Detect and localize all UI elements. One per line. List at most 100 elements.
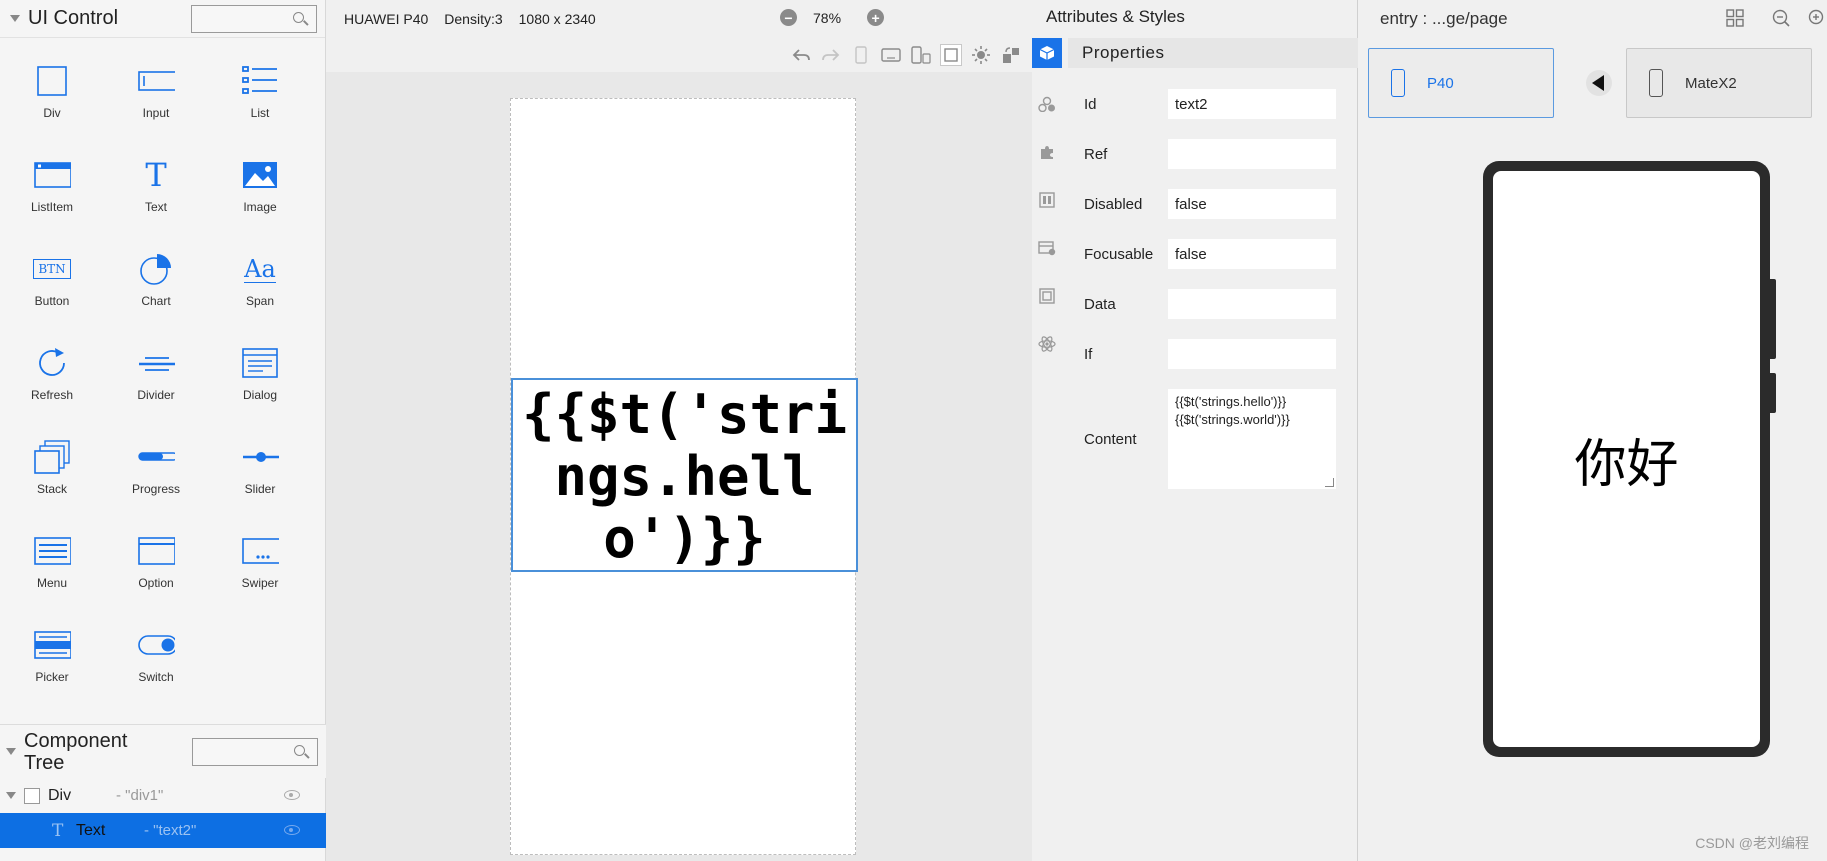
component-picker[interactable]: Picker	[0, 614, 104, 708]
component-button[interactable]: BTN Button	[0, 238, 104, 332]
refresh-icon	[33, 344, 71, 382]
component-divider[interactable]: Divider	[104, 332, 208, 426]
prop-row-content: Content {{$t('strings.hello')}} {{$t('st…	[1084, 389, 1346, 489]
zoom-in-icon[interactable]	[1808, 9, 1826, 27]
component-label: Progress	[131, 482, 181, 496]
list-icon	[241, 62, 279, 100]
component-div[interactable]: Div	[0, 50, 104, 144]
preview-header: entry : ...ge/page	[1358, 0, 1827, 38]
settings-card-icon[interactable]	[1032, 224, 1062, 272]
tablet-icon[interactable]	[880, 44, 902, 66]
component-tree-header: Component Tree	[0, 724, 326, 778]
phone-preview: 你好	[1483, 161, 1776, 757]
border-box-icon[interactable]	[1032, 272, 1062, 320]
component-option[interactable]: Option	[104, 520, 208, 614]
component-slider[interactable]: Slider	[208, 426, 312, 520]
selected-text-component[interactable]: {{$t('strings.hello')}}	[511, 378, 858, 572]
component-dialog[interactable]: Dialog	[208, 332, 312, 426]
atom-icon[interactable]	[1032, 320, 1062, 368]
ui-control-header: UI Control	[0, 0, 325, 38]
focusable-field[interactable]	[1168, 239, 1336, 269]
ui-control-search-input[interactable]	[191, 4, 317, 33]
divider-icon	[137, 344, 175, 382]
component-stack[interactable]: Stack	[0, 426, 104, 520]
component-tree-search-input[interactable]	[192, 737, 318, 766]
phone-icon	[1649, 69, 1663, 97]
device-card-matex2[interactable]: MateX2	[1626, 48, 1812, 118]
component-text[interactable]: T Text	[104, 144, 208, 238]
zoom-out-button[interactable]: −	[780, 9, 797, 26]
component-span[interactable]: Aa Span	[208, 238, 312, 332]
prop-label: Focusable	[1084, 245, 1154, 263]
disabled-field[interactable]	[1168, 189, 1336, 219]
collapse-triangle-icon[interactable]	[6, 748, 16, 755]
component-listitem[interactable]: ListItem	[0, 144, 104, 238]
prop-row-ref: Ref	[1084, 139, 1346, 169]
layout-switch-icon[interactable]	[1000, 44, 1022, 66]
component-tree: Component Tree Div - "div1" T Text - "te…	[0, 724, 326, 848]
prop-row-id: Id	[1084, 89, 1346, 119]
collapse-triangle-icon[interactable]	[10, 15, 20, 22]
device-card-label: MateX2	[1685, 74, 1737, 92]
text-node-icon: T	[52, 820, 64, 841]
redo-icon[interactable]	[820, 44, 842, 66]
content-textarea[interactable]: {{$t('strings.hello')}} {{$t('strings.wo…	[1168, 389, 1336, 489]
zoom-in-button[interactable]: +	[867, 9, 885, 26]
expand-triangle-icon[interactable]	[6, 792, 16, 799]
dialog-icon	[241, 344, 279, 382]
prop-label: Data	[1084, 295, 1116, 313]
visibility-eye-icon[interactable]	[284, 825, 300, 835]
id-field[interactable]	[1168, 89, 1336, 119]
component-label: Stack	[36, 482, 67, 496]
layout-columns-icon[interactable]	[1032, 176, 1062, 224]
device-card-p40[interactable]: P40	[1368, 48, 1554, 118]
attributes-side-tabs	[1032, 38, 1062, 368]
ref-field[interactable]	[1168, 139, 1336, 169]
tree-row-text[interactable]: T Text - "text2"	[0, 813, 326, 848]
properties-cube-icon[interactable]	[1032, 38, 1062, 68]
div-checkbox-icon[interactable]	[24, 787, 40, 804]
component-input[interactable]: Input	[104, 50, 208, 144]
prop-row-data: Data	[1084, 289, 1346, 319]
events-puzzle-icon[interactable]	[1032, 128, 1062, 176]
undo-icon[interactable]	[790, 44, 812, 66]
component-label: Text	[144, 200, 167, 214]
prop-row-if: If	[1084, 339, 1346, 369]
component-progress[interactable]: Progress	[104, 426, 208, 520]
component-refresh[interactable]: Refresh	[0, 332, 104, 426]
prev-device-arrow-icon[interactable]	[1586, 70, 1612, 96]
brightness-icon[interactable]	[970, 44, 992, 66]
tree-node-alias: - "div1"	[116, 787, 164, 804]
styles-circles-icon[interactable]	[1032, 80, 1062, 128]
component-image[interactable]: Image	[208, 144, 312, 238]
zoom-out-icon[interactable]	[1772, 9, 1790, 27]
portrait-phone-icon[interactable]	[850, 44, 872, 66]
device-info-bar: HUAWEI P40 Density:3 1080 x 2340 − 78% +	[326, 0, 1032, 38]
component-switch[interactable]: Switch	[104, 614, 208, 708]
tree-title-line: Component	[24, 729, 128, 752]
tree-node-alias: - "text2"	[144, 822, 197, 839]
component-chart[interactable]: Chart	[104, 238, 208, 332]
rotate-device-icon[interactable]	[910, 44, 932, 66]
text-icon: T	[137, 156, 175, 194]
ui-control-panel: UI Control Div Input List ListItem T Tex…	[0, 0, 326, 861]
prop-row-disabled: Disabled	[1084, 189, 1346, 219]
component-list[interactable]: List	[208, 50, 312, 144]
if-field[interactable]	[1168, 339, 1336, 369]
component-swiper[interactable]: Swiper	[208, 520, 312, 614]
stack-icon	[33, 438, 71, 476]
tree-row-div[interactable]: Div - "div1"	[0, 778, 326, 813]
component-label: Span	[245, 294, 275, 308]
prop-label: Content	[1084, 430, 1137, 448]
bounds-toggle-icon[interactable]	[940, 44, 962, 66]
phone-icon	[1391, 69, 1405, 97]
data-field[interactable]	[1168, 289, 1336, 319]
ui-control-title: UI Control	[28, 7, 119, 29]
device-resolution: 1080 x 2340	[518, 11, 596, 27]
tree-title-line: Tree	[24, 751, 65, 774]
grid-view-icon[interactable]	[1726, 9, 1744, 27]
component-menu[interactable]: Menu	[0, 520, 104, 614]
option-icon	[137, 532, 175, 570]
visibility-eye-icon[interactable]	[284, 790, 300, 800]
component-label: Button	[34, 294, 70, 308]
